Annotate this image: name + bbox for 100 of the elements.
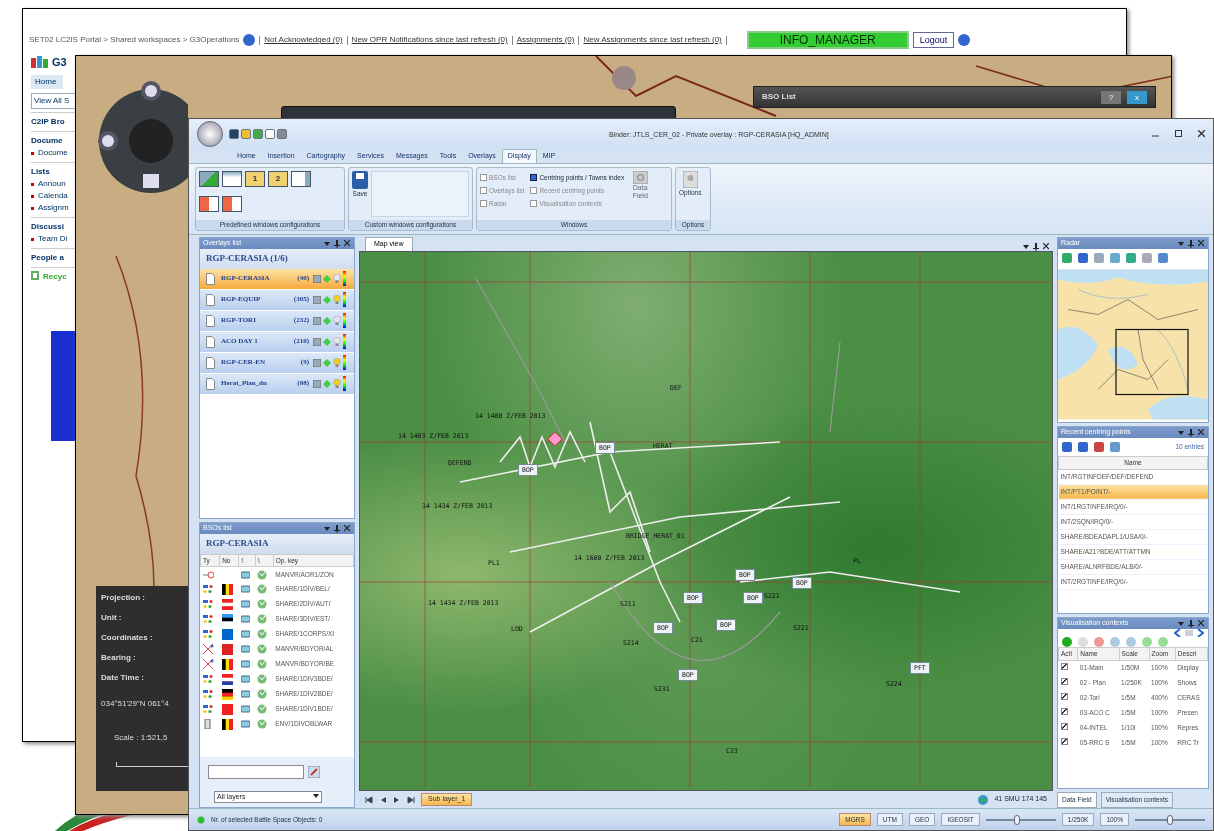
dropdown-icon (1023, 242, 1029, 250)
diamond-icon (323, 274, 331, 283)
logout-button[interactable]: Logout (912, 32, 955, 48)
help-icon[interactable] (958, 34, 971, 46)
checkbox[interactable] (530, 187, 538, 194)
checkbox[interactable] (530, 200, 538, 207)
close-icon (1198, 428, 1204, 436)
unit-symbol-icon (548, 431, 562, 446)
unit-icon (202, 689, 214, 700)
overlay-group-header[interactable]: RGP-CERASIA (1/6) (200, 249, 354, 269)
unit-icon (202, 599, 214, 610)
previous-icon (379, 795, 387, 804)
checkbox[interactable] (1060, 663, 1068, 671)
quick-launch-item[interactable]: Announ (38, 178, 66, 190)
next-icon (393, 795, 401, 804)
document-icon (206, 335, 215, 348)
help-button[interactable]: ? (1101, 90, 1121, 104)
window-layout-button[interactable] (199, 171, 219, 187)
maximize-icon (1175, 130, 1182, 138)
data-field-icon (632, 171, 648, 184)
window-layout-button[interactable] (222, 171, 242, 187)
last-page-icon (407, 795, 415, 804)
slider-thumb[interactable] (1167, 814, 1173, 825)
checkbox[interactable] (1060, 707, 1068, 715)
unit-icon (202, 629, 214, 640)
layers-icon (313, 337, 321, 346)
bullet-icon (31, 182, 34, 186)
color-scale-icon (343, 376, 346, 391)
quick-launch-item[interactable]: Team Di (38, 233, 68, 245)
checkbox[interactable] (480, 187, 487, 194)
checkbox[interactable] (480, 200, 487, 207)
checkbox[interactable] (1060, 737, 1068, 745)
info-label: Coordinates : (101, 632, 153, 644)
notification-link[interactable]: New OPR Notifications since last refresh (0) (351, 34, 508, 46)
window-layout-button[interactable] (199, 195, 219, 212)
dropdown-icon (1178, 428, 1184, 436)
next-icon (1197, 629, 1204, 637)
map-marker-icon (612, 66, 636, 90)
layers-icon (313, 379, 321, 388)
pin-icon (1033, 242, 1039, 251)
color-scale-icon (343, 355, 346, 370)
checkbox[interactable] (480, 174, 487, 181)
bullet-icon (31, 151, 34, 155)
route-icon (202, 569, 214, 580)
color-scale-icon (343, 334, 346, 349)
window-layout-button[interactable] (222, 195, 242, 212)
flag-icon (221, 673, 233, 685)
checkbox[interactable] (1060, 692, 1068, 700)
unit-icon (202, 674, 214, 685)
info-label: Date Time : (101, 672, 145, 684)
diamond-icon (323, 379, 331, 388)
notification-link[interactable]: Assignments (0) (516, 34, 575, 46)
window-layout-button[interactable] (291, 171, 311, 187)
unit-icon (202, 584, 214, 595)
close-icon (344, 524, 350, 532)
quick-launch-item[interactable]: Docume (38, 147, 68, 159)
bullet-icon (31, 237, 34, 241)
info-label: Projection : (101, 592, 146, 604)
layers-icon (313, 358, 321, 367)
search-field[interactable] (208, 764, 304, 779)
layers-icon (313, 295, 321, 304)
bullet-icon (31, 194, 34, 198)
quick-launch-item[interactable]: Assignm (38, 202, 69, 214)
pin-icon (334, 239, 340, 248)
scale-text: Scale : 1:521,5 (114, 732, 168, 744)
info-label: Unit : (101, 612, 123, 624)
layers-icon (313, 274, 321, 283)
options-icon (682, 171, 698, 188)
breadcrumb: SET02 LC2IS Portal > Shared workspaces > G3Operations (29, 34, 240, 46)
dropdown-icon (1178, 239, 1184, 247)
notification-link[interactable]: Not Acknowledged (0) (264, 34, 343, 46)
coordinates-text: 034°51'29"N 061°4 (101, 698, 169, 710)
site-logo-icon (31, 56, 48, 68)
nav-tab[interactable]: Home (31, 75, 63, 89)
flag-icon (221, 718, 233, 730)
notification-link[interactable]: New Assignments since last refresh (0) (583, 34, 722, 46)
checkbox[interactable] (1060, 677, 1068, 685)
checkbox[interactable] (530, 174, 538, 181)
boundary-icon (202, 644, 214, 655)
window-layout-button[interactable]: 1 (245, 171, 265, 187)
pin-icon (1188, 619, 1194, 628)
info-icon[interactable] (243, 34, 256, 46)
unit-icon (202, 704, 214, 715)
filter-icon (308, 765, 320, 778)
caret-icon (313, 791, 319, 800)
checkbox[interactable] (1060, 722, 1068, 730)
slider-thumb[interactable] (1014, 814, 1021, 825)
bullet-icon (31, 206, 34, 210)
diamond-icon (323, 295, 331, 304)
close-icon (1043, 242, 1049, 250)
document-icon (206, 356, 215, 369)
application-menu-button[interactable] (197, 121, 223, 147)
close-icon (344, 239, 350, 247)
bso-group-header[interactable]: RGP-CERASIA (200, 534, 354, 554)
quick-launch-item[interactable]: Calenda (38, 190, 68, 202)
dialog-title: BSO List (762, 91, 797, 103)
recycle-bin-icon (31, 271, 39, 280)
window-layout-button[interactable]: 2 (268, 171, 288, 187)
flag-icon (221, 658, 233, 670)
user-name: INFO_MANAGER (746, 31, 909, 49)
